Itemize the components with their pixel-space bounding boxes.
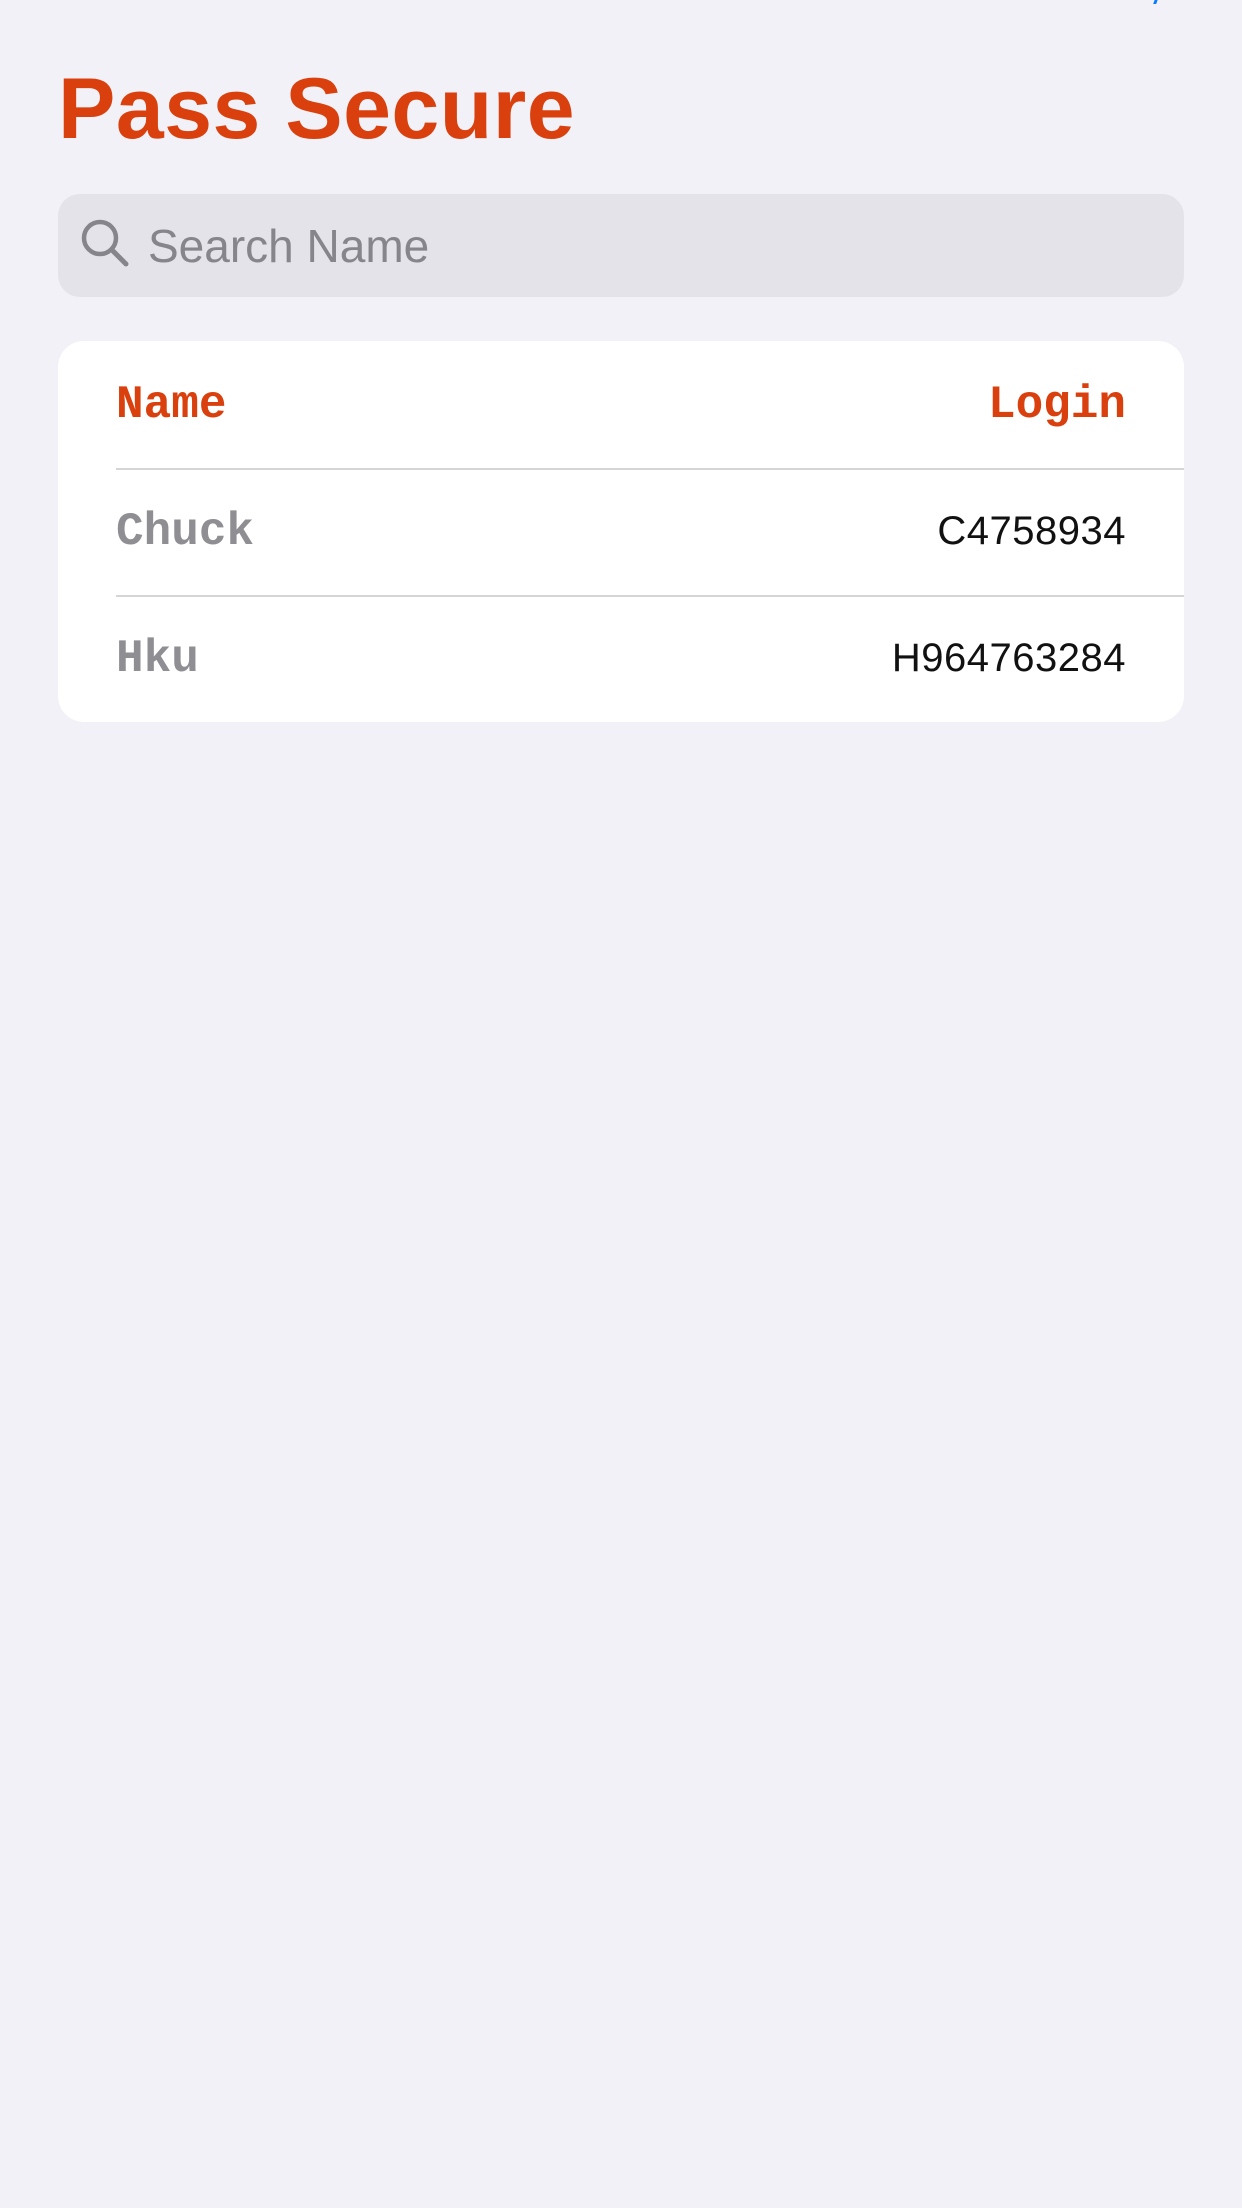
search-input[interactable] xyxy=(148,210,1148,281)
credentials-table: Name Login Chuck C4758934 Hku H964763284 xyxy=(58,341,1184,722)
column-header-name[interactable]: Name xyxy=(116,379,226,431)
table-row[interactable]: Hku H964763284 xyxy=(58,595,1184,722)
row-login: C4758934 xyxy=(937,509,1126,553)
nav-button-partial[interactable] xyxy=(1146,0,1160,4)
table-row[interactable]: Chuck C4758934 xyxy=(58,468,1184,595)
row-name: Chuck xyxy=(116,505,255,558)
column-header-login[interactable]: Login xyxy=(988,379,1126,431)
row-name: Hku xyxy=(116,632,199,685)
search-bar[interactable] xyxy=(58,194,1184,297)
search-icon xyxy=(78,216,132,275)
app-screen: Pass Secure Name Login Chuck C4758934 Hk… xyxy=(0,0,1242,2208)
row-login: H964763284 xyxy=(891,636,1126,680)
page-title: Pass Secure xyxy=(58,61,576,157)
table-header: Name Login xyxy=(58,341,1184,468)
